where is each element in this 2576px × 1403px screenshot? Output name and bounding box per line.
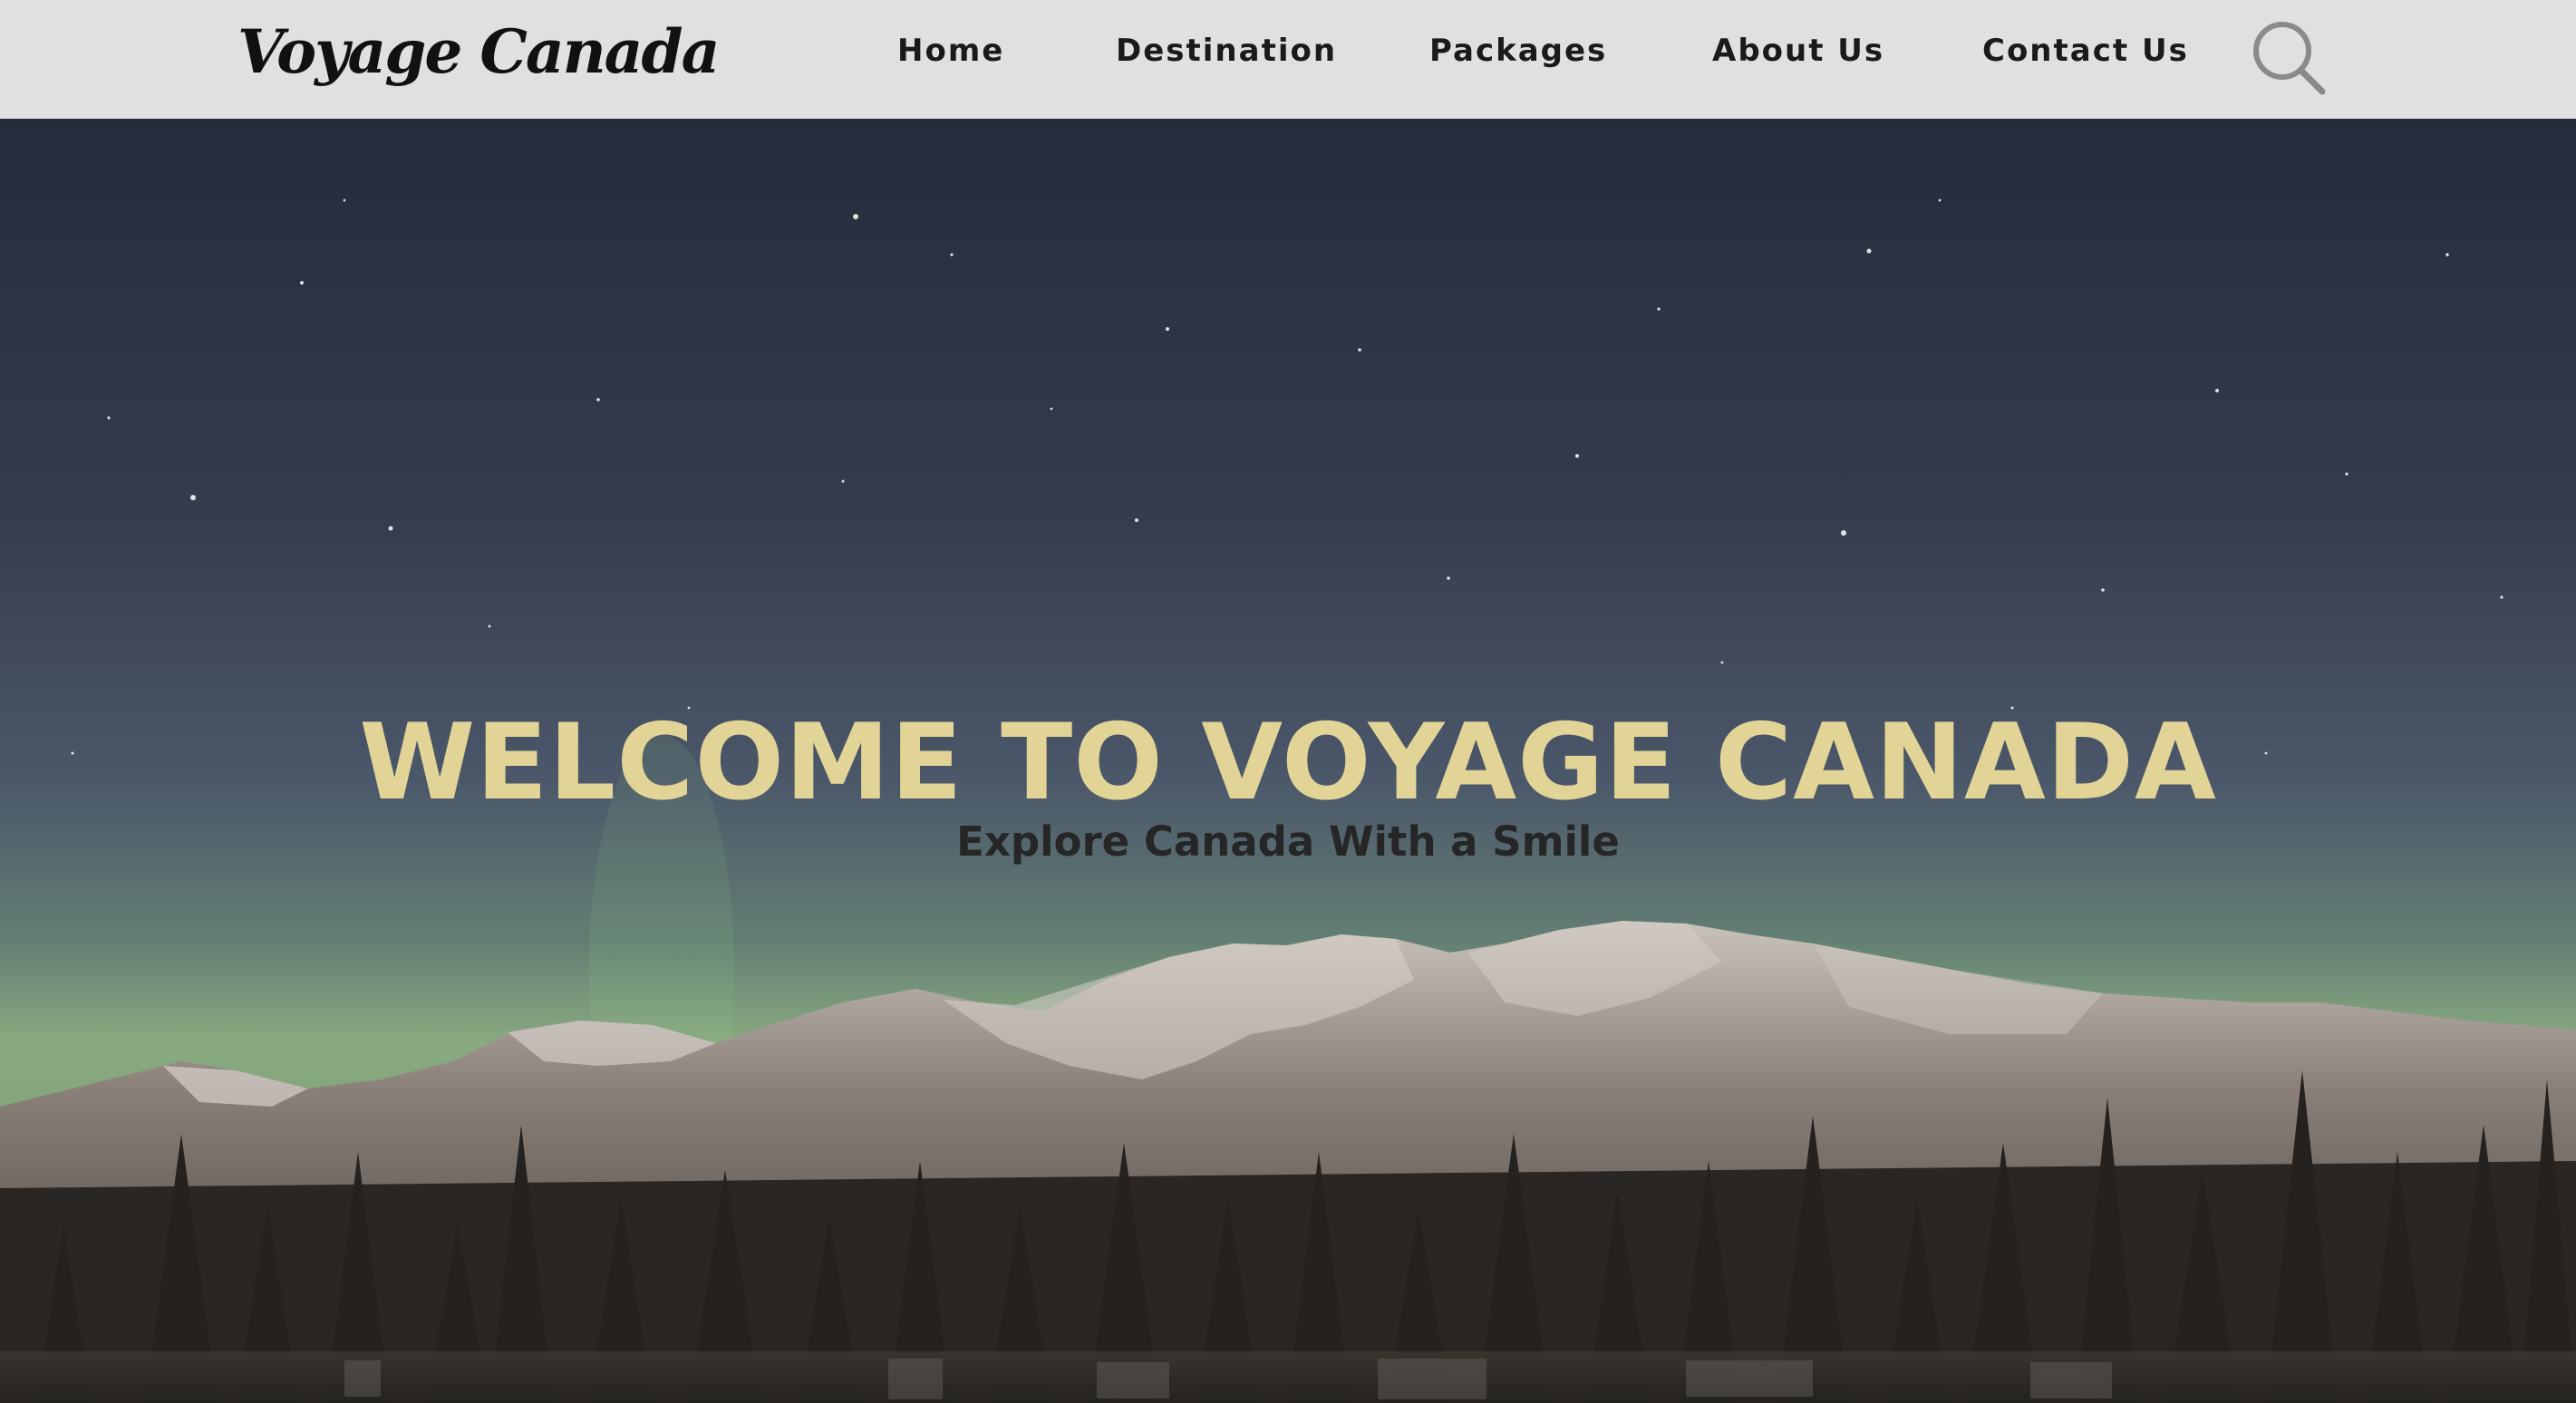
nav-link-home[interactable]: Home [897, 33, 1004, 69]
nav-link-contact-us[interactable]: Contact Us [1982, 33, 2189, 69]
site-logo[interactable]: Voyage Canada [237, 16, 720, 87]
hero-subtitle: Explore Canada With a Smile [956, 818, 1620, 866]
top-navbar: Voyage Canada Home Destination Packages … [0, 0, 2576, 119]
hero-section: WELCOME TO VOYAGE CANADA Explore Canada … [0, 119, 2576, 1403]
landing-page: Voyage Canada Home Destination Packages … [0, 0, 2576, 1403]
hero-title: WELCOME TO VOYAGE CANADA [359, 701, 2217, 824]
search-button[interactable] [2250, 18, 2328, 96]
search-icon [2253, 22, 2326, 95]
nav-link-destination[interactable]: Destination [1116, 33, 1337, 69]
nav-link-about-us[interactable]: About Us [1712, 33, 1884, 69]
nav-link-packages[interactable]: Packages [1429, 33, 1607, 69]
